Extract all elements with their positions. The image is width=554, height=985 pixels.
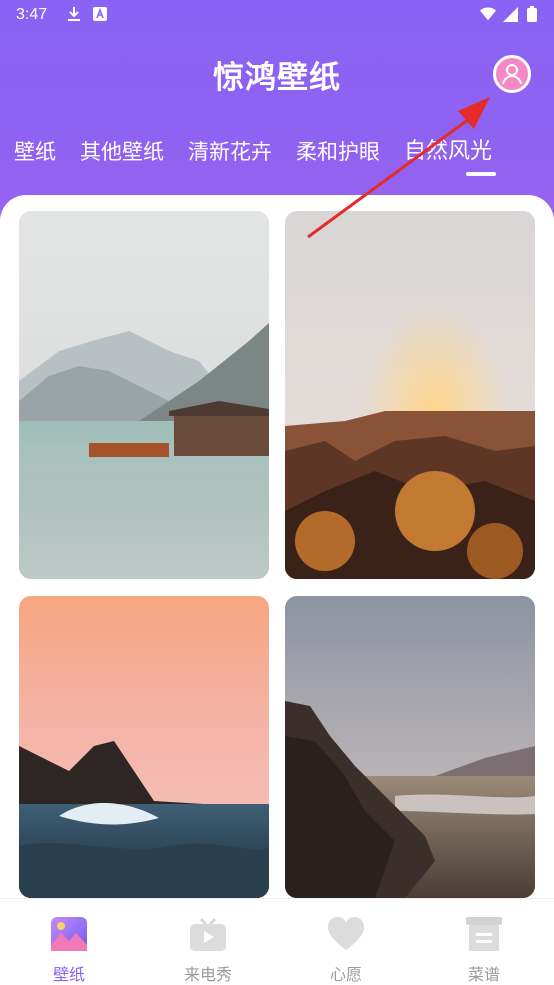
tab-other-wallpaper[interactable]: 其他壁纸 xyxy=(80,136,164,176)
heart-icon xyxy=(328,917,364,955)
tab-wallpaper[interactable]: 壁纸 xyxy=(14,136,56,176)
nav-label-caller-show: 来电秀 xyxy=(183,965,232,984)
nav-caller-show[interactable]: 来电秀 xyxy=(148,917,268,985)
nav-label-recipes: 菜谱 xyxy=(467,965,500,984)
wallpaper-card-rocky-beach[interactable] xyxy=(285,596,535,898)
a-icon xyxy=(92,6,108,22)
nav-wallpaper[interactable]: 壁纸 xyxy=(9,917,129,985)
image-icon xyxy=(51,917,87,955)
download-icon xyxy=(66,6,82,22)
nav-recipes[interactable]: 菜谱 xyxy=(424,917,544,985)
status-bar: 3:47 xyxy=(0,0,554,32)
wallpaper-card-lake-cabin[interactable] xyxy=(19,211,269,579)
annotation-arrow xyxy=(307,97,490,239)
battery-icon xyxy=(524,6,540,22)
nav-label-wallpaper: 壁纸 xyxy=(52,965,85,984)
status-time: 3:47 xyxy=(16,6,48,23)
bottom-navigation: 壁纸 来电秀 心愿 菜谱 xyxy=(0,898,554,985)
nav-wish[interactable]: 心愿 xyxy=(286,917,406,985)
wallpaper-card-pink-sky-waves[interactable] xyxy=(19,596,269,898)
recipe-box-icon xyxy=(466,917,502,955)
wifi-icon xyxy=(480,6,496,22)
nav-label-wish: 心愿 xyxy=(329,965,362,984)
tv-play-icon xyxy=(190,917,226,955)
wallpaper-card-canyon-sunset[interactable] xyxy=(285,211,535,579)
tab-fresh-flowers[interactable]: 清新花卉 xyxy=(188,136,272,176)
signal-icon xyxy=(502,6,518,22)
